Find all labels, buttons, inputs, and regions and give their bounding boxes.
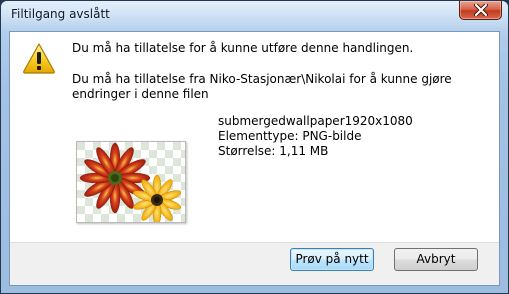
- main-instruction: Du må ha tillatelse for å kunne utføre d…: [72, 41, 414, 55]
- window-title: Filtilgang avslått: [11, 7, 110, 21]
- close-button[interactable]: [459, 1, 502, 20]
- warning-icon: [23, 43, 55, 74]
- retry-button[interactable]: Prøv på nytt: [290, 248, 374, 271]
- content-text: Du må ha tillatelse fra Niko-Stasjonær\N…: [72, 72, 452, 101]
- file-name: submergedwallpaper1920x1080: [218, 114, 413, 128]
- file-size: Størrelse: 1,11 MB: [218, 144, 329, 158]
- title-bar[interactable]: Filtilgang avslått: [1, 1, 508, 29]
- file-info: submergedwallpaper1920x1080 Elementtype:…: [218, 114, 413, 159]
- file-type: Elementtype: PNG-bilde: [218, 129, 362, 143]
- cancel-button[interactable]: Avbryt: [394, 248, 478, 271]
- file-thumbnail: [76, 141, 186, 226]
- dialog-content: Du må ha tillatelse for å kunne utføre d…: [9, 31, 500, 286]
- close-icon: [474, 4, 488, 16]
- png-image-thumbnail: [77, 142, 185, 226]
- dialog-window: Filtilgang avslått Du må ha tillatelse f…: [0, 0, 509, 294]
